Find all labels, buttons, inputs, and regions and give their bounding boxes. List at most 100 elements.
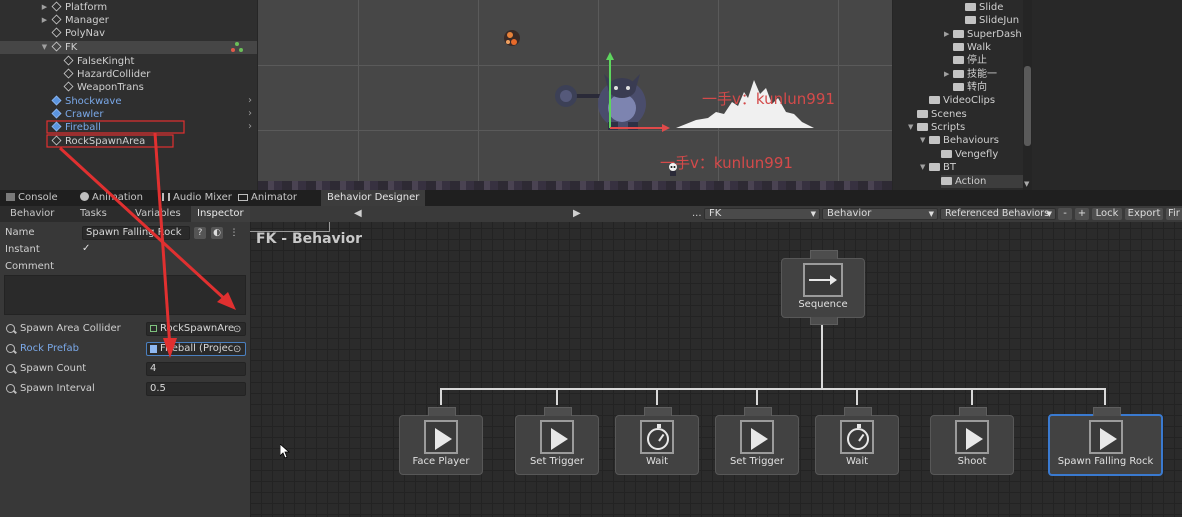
node-input-port[interactable] xyxy=(644,407,672,416)
object-picker-icon[interactable]: ⊙ xyxy=(233,324,241,335)
expand-arrow-icon[interactable]: ▶ xyxy=(944,70,949,78)
object-picker-icon[interactable]: ⊙ xyxy=(233,344,241,355)
hierarchy-item-platform[interactable]: ▶ Platform xyxy=(40,1,107,14)
spawn-count-field[interactable]: 4 xyxy=(146,362,246,376)
project-folder-item-selected[interactable]: Action xyxy=(941,175,1023,188)
instant-checkbox[interactable]: ✓ xyxy=(82,243,94,255)
prefab-open-chevron-icon[interactable]: › xyxy=(248,95,252,106)
project-scrollbar[interactable]: ▼ xyxy=(1023,0,1032,190)
node-input-port[interactable] xyxy=(844,407,872,416)
collapse-arrow-icon[interactable]: ▼ xyxy=(40,41,49,54)
rock-prefab-field[interactable]: Fireball (Projec xyxy=(146,342,246,356)
hierarchy-panel: ▶ Platform ▶ Manager PolyNav ▼ FK FalseKing… xyxy=(0,0,257,190)
subtab-inspector[interactable]: Inspector xyxy=(191,206,250,222)
export-button[interactable]: Export xyxy=(1125,208,1163,220)
task-node-set-trigger[interactable]: Set Trigger xyxy=(715,407,799,475)
node-input-port[interactable] xyxy=(810,250,838,259)
project-folder-item[interactable]: SuperDash xyxy=(953,28,1022,41)
task-node-spawn-falling-rock[interactable]: Spawn Falling Rock xyxy=(1048,407,1163,476)
subtab-variables[interactable]: Variables xyxy=(135,206,181,222)
hierarchy-item-falsekinght[interactable]: FalseKinght xyxy=(63,55,134,68)
false-knight-sprite[interactable] xyxy=(552,52,672,134)
sequence-node[interactable]: Sequence xyxy=(781,250,865,325)
node-input-port[interactable] xyxy=(544,407,572,416)
variable-search-icon[interactable] xyxy=(6,344,15,353)
node-output-port[interactable] xyxy=(810,317,838,325)
task-node-set-trigger[interactable]: Set Trigger xyxy=(515,407,599,475)
node-input-port[interactable] xyxy=(744,407,772,416)
expand-arrow-icon[interactable]: ▶ xyxy=(40,1,49,14)
prefab-open-chevron-icon[interactable]: › xyxy=(248,108,252,119)
scrollbar-thumb[interactable] xyxy=(1024,66,1031,146)
node-input-port[interactable] xyxy=(428,407,456,416)
subtab-tasks[interactable]: Tasks xyxy=(80,206,107,222)
hierarchy-item-hazardcollider[interactable]: HazardCollider xyxy=(63,68,150,81)
project-folder-item[interactable]: Walk xyxy=(953,41,991,54)
collapse-arrow-icon[interactable]: ▼ xyxy=(920,163,925,171)
tab-audio-mixer[interactable]: Audio Mixer xyxy=(162,190,232,206)
hierarchy-item-shockwave[interactable]: Shockwave xyxy=(51,95,121,108)
add-behavior-button[interactable]: + xyxy=(1075,208,1089,220)
task-node-wait[interactable]: Wait xyxy=(615,407,699,475)
find-button[interactable]: Fir xyxy=(1166,208,1182,220)
stopwatch-glyph xyxy=(647,424,669,450)
project-folder-item[interactable]: 停止 xyxy=(953,54,987,67)
node-input-port[interactable] xyxy=(959,407,987,416)
scroll-down-arrow-icon[interactable]: ▼ xyxy=(1024,180,1029,188)
prefab-open-chevron-icon[interactable]: › xyxy=(248,121,252,132)
hierarchy-item-weapontrans[interactable]: WeaponTrans xyxy=(63,81,144,94)
project-folder-item[interactable]: Scenes xyxy=(917,108,967,121)
spawn-interval-field[interactable]: 0.5 xyxy=(146,382,246,396)
scene-view[interactable]: 一手v：kunlun991 一手v：kunlun991 xyxy=(258,0,892,190)
tab-console[interactable]: Console xyxy=(6,190,58,206)
object-select[interactable]: FK ▼ xyxy=(704,208,820,220)
collapse-arrow-icon[interactable]: ▼ xyxy=(920,136,925,144)
subtab-behavior[interactable]: Behavior xyxy=(10,206,54,222)
referenced-behaviors-select[interactable]: Referenced Behaviors ▼ xyxy=(940,208,1056,220)
more-options-icon[interactable]: ⋮ xyxy=(228,227,240,239)
expand-arrow-icon[interactable]: ▶ xyxy=(944,30,949,38)
tab-animator[interactable]: Animator xyxy=(238,190,297,206)
variable-search-icon[interactable] xyxy=(6,384,15,393)
hierarchy-item-polynav[interactable]: PolyNav xyxy=(51,27,105,40)
project-folder-item[interactable]: 技能一 xyxy=(953,68,997,81)
hierarchy-item-crawler[interactable]: Crawler xyxy=(51,108,103,121)
object-browse-button[interactable]: ... xyxy=(692,206,702,222)
lock-button[interactable]: Lock xyxy=(1092,208,1122,220)
knight-player-sprite[interactable] xyxy=(668,162,678,176)
tab-animation[interactable]: Animation xyxy=(80,190,143,206)
remove-behavior-button[interactable]: - xyxy=(1058,208,1072,220)
task-name-field[interactable]: Spawn Falling Rock xyxy=(82,226,190,240)
project-folder-item[interactable]: VideoClips xyxy=(929,94,995,107)
task-node-wait[interactable]: Wait xyxy=(815,407,899,475)
next-button[interactable]: ▶ xyxy=(573,206,581,222)
project-folder-item[interactable]: Behaviours xyxy=(929,134,999,147)
tab-behavior-designer[interactable]: Behavior Designer xyxy=(321,190,426,206)
previous-button[interactable]: ◀ xyxy=(354,206,362,222)
comment-textarea[interactable] xyxy=(4,275,246,315)
project-folder-item[interactable]: BT xyxy=(929,161,956,174)
breakpoint-icon[interactable]: ◐ xyxy=(211,227,223,239)
task-node-face-player[interactable]: Face Player xyxy=(399,407,483,475)
expand-arrow-icon[interactable]: ▶ xyxy=(40,14,49,27)
folder-icon xyxy=(953,83,964,91)
project-folder-item[interactable]: Scripts xyxy=(917,121,965,134)
project-folder-item[interactable]: Slide xyxy=(965,1,1003,14)
project-folder-item[interactable]: 转向 xyxy=(953,81,987,94)
hierarchy-item-fireball[interactable]: Fireball xyxy=(51,121,101,134)
hierarchy-item-fk[interactable]: ▼ FK xyxy=(40,41,77,54)
behavior-select[interactable]: Behavior ▼ xyxy=(822,208,938,220)
fireball-sprite[interactable] xyxy=(502,27,522,49)
collapse-arrow-icon[interactable]: ▼ xyxy=(908,123,913,131)
project-folder-item[interactable]: Vengefly xyxy=(941,148,998,161)
behavior-graph-canvas[interactable]: ◀ ▶ ... FK ▼ Behavior ▼ Referenced Behavio… xyxy=(250,206,1182,517)
hierarchy-item-rockspawnarea[interactable]: RockSpawnArea xyxy=(51,135,145,148)
task-node-shoot[interactable]: Shoot xyxy=(930,407,1014,475)
variable-search-icon[interactable] xyxy=(6,324,15,333)
project-folder-item[interactable]: SlideJun xyxy=(965,14,1019,27)
spawn-area-collider-field[interactable]: RockSpawnAre xyxy=(146,322,246,336)
hierarchy-item-manager[interactable]: ▶ Manager xyxy=(40,14,109,27)
variable-search-icon[interactable] xyxy=(6,364,15,373)
node-input-port[interactable] xyxy=(1093,407,1121,416)
help-icon[interactable]: ? xyxy=(194,227,206,239)
